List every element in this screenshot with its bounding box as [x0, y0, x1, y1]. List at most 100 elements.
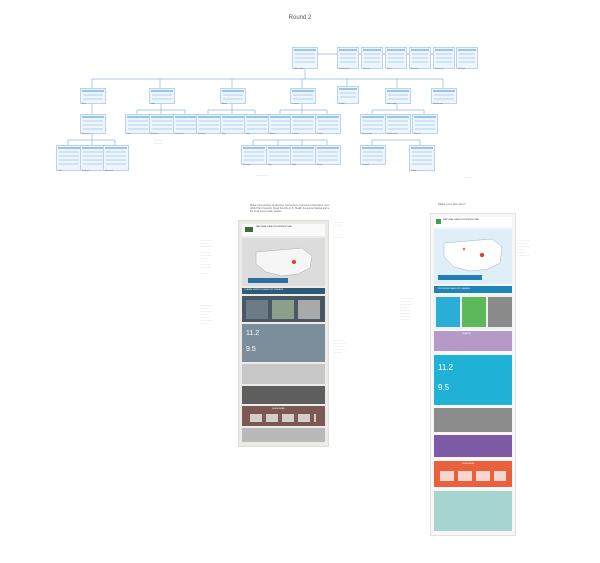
sitemap-page-thumbnail[interactable] — [80, 114, 106, 134]
thumbnail-block — [415, 124, 435, 126]
sitemap-page-thumbnail[interactable] — [433, 47, 455, 69]
right-tiles — [434, 295, 512, 329]
thumbnail-block — [271, 120, 291, 122]
right-annotations: — — — — — — — — — — — — — — — — — — — — — — —… — [400, 298, 413, 321]
left-annotations-3: — — — — — — — — — — — — [334, 222, 344, 239]
sitemap-node-label: Research — [105, 170, 114, 172]
sitemap-page-thumbnail[interactable] — [290, 145, 316, 165]
sitemap-page-thumbnail[interactable] — [315, 145, 341, 165]
right-purple-feature — [434, 435, 512, 457]
sitemap-page-thumbnail[interactable] — [385, 114, 411, 134]
sitemap-node-label: Reports — [363, 68, 371, 70]
sitemap-page-thumbnail[interactable] — [385, 88, 411, 104]
sitemap-page-thumbnail[interactable] — [315, 114, 341, 134]
thumbnail-header — [363, 49, 381, 51]
right-tile-3[interactable] — [488, 297, 512, 327]
thumbnail-header — [292, 116, 314, 118]
sitemap-page-thumbnail[interactable] — [409, 47, 431, 69]
sitemap-page-thumbnail[interactable] — [456, 47, 478, 69]
thumbnail-block — [459, 61, 475, 63]
thumbnail-block — [295, 57, 315, 59]
sitemap-page-thumbnail[interactable] — [149, 88, 175, 104]
sitemap-page-thumbnail[interactable] — [266, 145, 292, 165]
sitemap-page-thumbnail[interactable] — [125, 114, 151, 134]
sitemap-page-thumbnail[interactable] — [241, 145, 267, 165]
right-mockup-note: Make your site nice? — [438, 202, 466, 206]
thumbnail-block — [318, 124, 338, 126]
left-dark-block — [242, 386, 325, 404]
left-annotations: — — — — — — — — — — — — — — — — — — — — — — … — [200, 240, 213, 275]
sitemap-page-thumbnail[interactable] — [220, 88, 246, 104]
right-purple-block: SEARCH — [434, 331, 512, 351]
thumbnail-block — [269, 155, 289, 157]
thumbnail-block — [83, 120, 103, 122]
thumbnail-header — [317, 147, 339, 149]
sitemap-page-thumbnail[interactable] — [337, 86, 359, 104]
sitemap-page-thumbnail[interactable] — [196, 114, 222, 134]
thumbnail-block — [247, 128, 267, 130]
sitemap-page-thumbnail[interactable] — [409, 145, 435, 171]
left-mockup: NATIONAL HEALTH EXPENDITURE CLAIMS UNPRO… — [238, 220, 329, 447]
thumbnail-header — [222, 116, 244, 118]
thumbnail-block — [388, 120, 408, 122]
right-tile-2[interactable] — [462, 297, 486, 327]
right-search-bar[interactable] — [438, 275, 482, 280]
left-subscribe-label: SUBSCRIBE — [272, 408, 285, 410]
thumbnail-header — [151, 116, 173, 118]
thumbnail-block — [434, 94, 454, 96]
thumbnail-block — [293, 94, 313, 96]
thumbnail-header — [433, 90, 455, 92]
left-annotations-2: — — — — — — — — — — — — — — — — — — — — — — —… — [200, 305, 213, 325]
sitemap-node-label: Dashboard — [433, 103, 443, 105]
sitemap-page-thumbnail[interactable] — [360, 114, 386, 134]
sitemap-node-label: Help — [246, 133, 251, 135]
left-search-bar[interactable] — [248, 278, 288, 283]
sitemap-page-thumbnail[interactable] — [361, 47, 383, 69]
sitemap-page-thumbnail[interactable] — [80, 88, 106, 104]
thumbnail-header — [294, 49, 316, 51]
sitemap-page-thumbnail[interactable] — [292, 47, 318, 69]
sitemap-page-thumbnail[interactable] — [290, 114, 316, 134]
sitemap-page-thumbnail[interactable] — [244, 114, 270, 134]
right-stat-2: 9.5 — [438, 383, 450, 392]
sitemap-node-label: Data — [58, 170, 63, 172]
sitemap-page-thumbnail[interactable] — [290, 88, 316, 104]
thumbnail-block — [83, 128, 103, 130]
thumbnail-block — [247, 124, 267, 126]
sitemap-page-thumbnail[interactable] — [360, 145, 386, 165]
sitemap-page-thumbnail[interactable] — [412, 114, 438, 134]
thumbnail-header — [411, 49, 429, 51]
right-tile-1[interactable] — [436, 297, 460, 327]
sitemap-page-thumbnail[interactable] — [431, 88, 457, 104]
sitemap-page-thumbnail[interactable] — [103, 145, 129, 171]
left-banner-text: CLAIMS UNPROCESSED BY DISEASE — [244, 289, 284, 291]
sitemap-page-thumbnail[interactable] — [149, 114, 175, 134]
left-tile-3[interactable] — [298, 300, 320, 319]
thumbnail-block — [340, 53, 356, 55]
thumbnail-block — [176, 124, 196, 126]
sitemap-node-label: Research — [175, 133, 184, 135]
sitemap-page-thumbnail[interactable] — [56, 145, 82, 171]
left-mockup-note: Make more primary audiences. Consumers, … — [250, 204, 330, 213]
right-subscribe-label: SUBSCRIBE — [462, 463, 475, 465]
right-subscribe-options[interactable] — [440, 471, 506, 481]
right-stat-1: 11.2 — [438, 363, 453, 372]
thumbnail-header — [222, 90, 244, 92]
sitemap-page-thumbnail[interactable] — [337, 47, 359, 69]
thumbnail-block — [223, 98, 243, 100]
thumbnail-block — [199, 124, 219, 126]
thumbnail-block — [363, 159, 383, 161]
left-subscribe-options[interactable] — [250, 414, 316, 422]
thumbnail-header — [82, 116, 104, 118]
sitemap-node-label: About — [317, 164, 323, 166]
sitemap-page-thumbnail[interactable] — [220, 114, 246, 134]
left-tile-2[interactable] — [272, 300, 294, 319]
sitemap-node-label: Map — [222, 133, 226, 135]
sitemap-page-thumbnail[interactable] — [385, 47, 407, 69]
thumbnail-header — [317, 116, 339, 118]
sitemap-node-label: Analysis — [82, 170, 90, 172]
sitemap-node-label: Map — [268, 164, 272, 166]
thumbnail-block — [318, 151, 338, 153]
thumbnail-header — [414, 116, 436, 118]
left-tile-1[interactable] — [246, 300, 268, 319]
